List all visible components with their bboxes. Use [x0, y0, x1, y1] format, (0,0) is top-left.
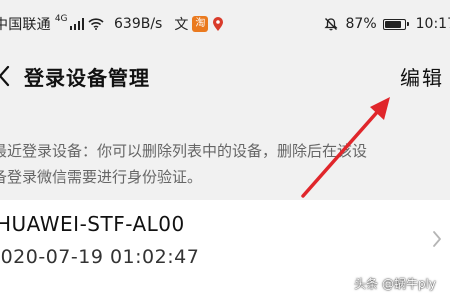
status-bar-left: 中国联通 4G 639B/s 文 淘	[0, 14, 224, 33]
signal-icon	[69, 18, 85, 30]
status-bar: 中国联通 4G 639B/s 文 淘 87% 10:1	[0, 0, 450, 48]
status-time: 10:17	[415, 16, 450, 32]
page-title: 登录设备管理	[24, 66, 150, 90]
app-notification-glyph: 文	[174, 17, 189, 33]
battery-icon	[382, 18, 409, 30]
battery-cap	[406, 21, 409, 26]
carrier-name: 中国联通	[0, 17, 51, 33]
network-speed: 639B/s	[114, 16, 163, 32]
location-pin-icon	[212, 16, 224, 32]
chevron-right-icon	[432, 230, 442, 248]
device-name: HUAWEI-STF-AL00	[0, 212, 185, 236]
notice-line-2: 备登录微信需要进行身份验证。	[0, 168, 203, 186]
battery-level-fill	[384, 20, 401, 28]
device-login-time: 2020-07-19 01:02:47	[0, 246, 200, 268]
network-generation: 4G	[54, 14, 68, 24]
chevron-left-icon[interactable]	[0, 64, 11, 88]
taobao-icon: 淘	[192, 16, 209, 32]
watermark: 头条 @蜗牛ply	[354, 277, 436, 291]
edit-button[interactable]: 编辑	[400, 62, 444, 91]
login-devices-notice: 最近登录设备：你可以删除列表中的设备，删除后在该设 备登录微信需要进行身份验证。	[0, 138, 440, 190]
battery-percent: 87%	[345, 16, 377, 32]
notice-line-1: 最近登录设备：你可以删除列表中的设备，删除后在该设	[0, 142, 368, 160]
mute-icon	[323, 17, 338, 31]
wifi-icon	[88, 18, 104, 30]
app-header: 登录设备管理 编辑	[0, 48, 450, 104]
status-bar-right: 87% 10:17	[323, 15, 450, 33]
